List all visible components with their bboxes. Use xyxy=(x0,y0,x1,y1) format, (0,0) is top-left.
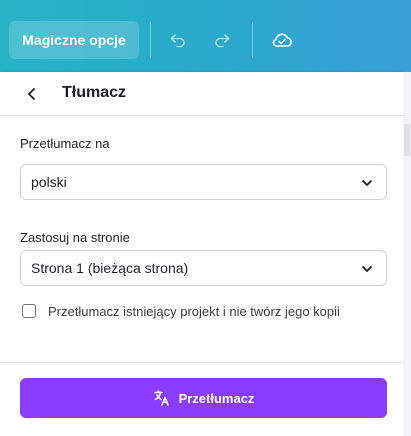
chevron-left-icon[interactable] xyxy=(20,82,44,106)
panel-title: Tłumacz xyxy=(62,84,127,101)
redo-icon[interactable] xyxy=(208,26,236,54)
page-select[interactable]: Strona 1 (bieżąca strona) xyxy=(20,250,387,286)
undo-icon[interactable] xyxy=(164,26,192,54)
cloud-check-icon[interactable] xyxy=(268,26,296,54)
keep-original-checkbox[interactable] xyxy=(22,304,36,318)
translate-icon xyxy=(153,390,169,406)
magic-options-button[interactable]: Magiczne opcje xyxy=(9,21,139,59)
translate-button[interactable]: Przetłumacz xyxy=(20,378,387,418)
apply-on-page-label: Zastosuj na stronie xyxy=(20,230,130,245)
magic-options-label: Magiczne opcje xyxy=(22,32,126,48)
toolbar-divider xyxy=(150,22,151,58)
translate-button-label: Przetłumacz xyxy=(178,390,255,406)
canvas-edge-mark xyxy=(404,124,410,156)
translate-to-label: Przetłumacz na xyxy=(20,136,110,151)
language-select[interactable]: polski xyxy=(20,164,387,200)
chevron-down-icon xyxy=(362,180,372,186)
keep-original-label: Przetłumacz istniejący projekt i nie twó… xyxy=(48,304,340,319)
toolbar-divider xyxy=(252,22,253,58)
footer-divider xyxy=(0,362,403,363)
canvas-edge xyxy=(403,72,411,436)
translator-panel: Tłumacz Przetłumacz na polski Zastosuj n… xyxy=(0,72,403,436)
panel-header: Tłumacz xyxy=(0,72,403,116)
chevron-down-icon xyxy=(362,266,372,272)
page-select-value: Strona 1 (bieżąca strona) xyxy=(31,260,189,276)
language-select-value: polski xyxy=(31,174,67,190)
top-toolbar: Magiczne opcje xyxy=(0,0,411,72)
